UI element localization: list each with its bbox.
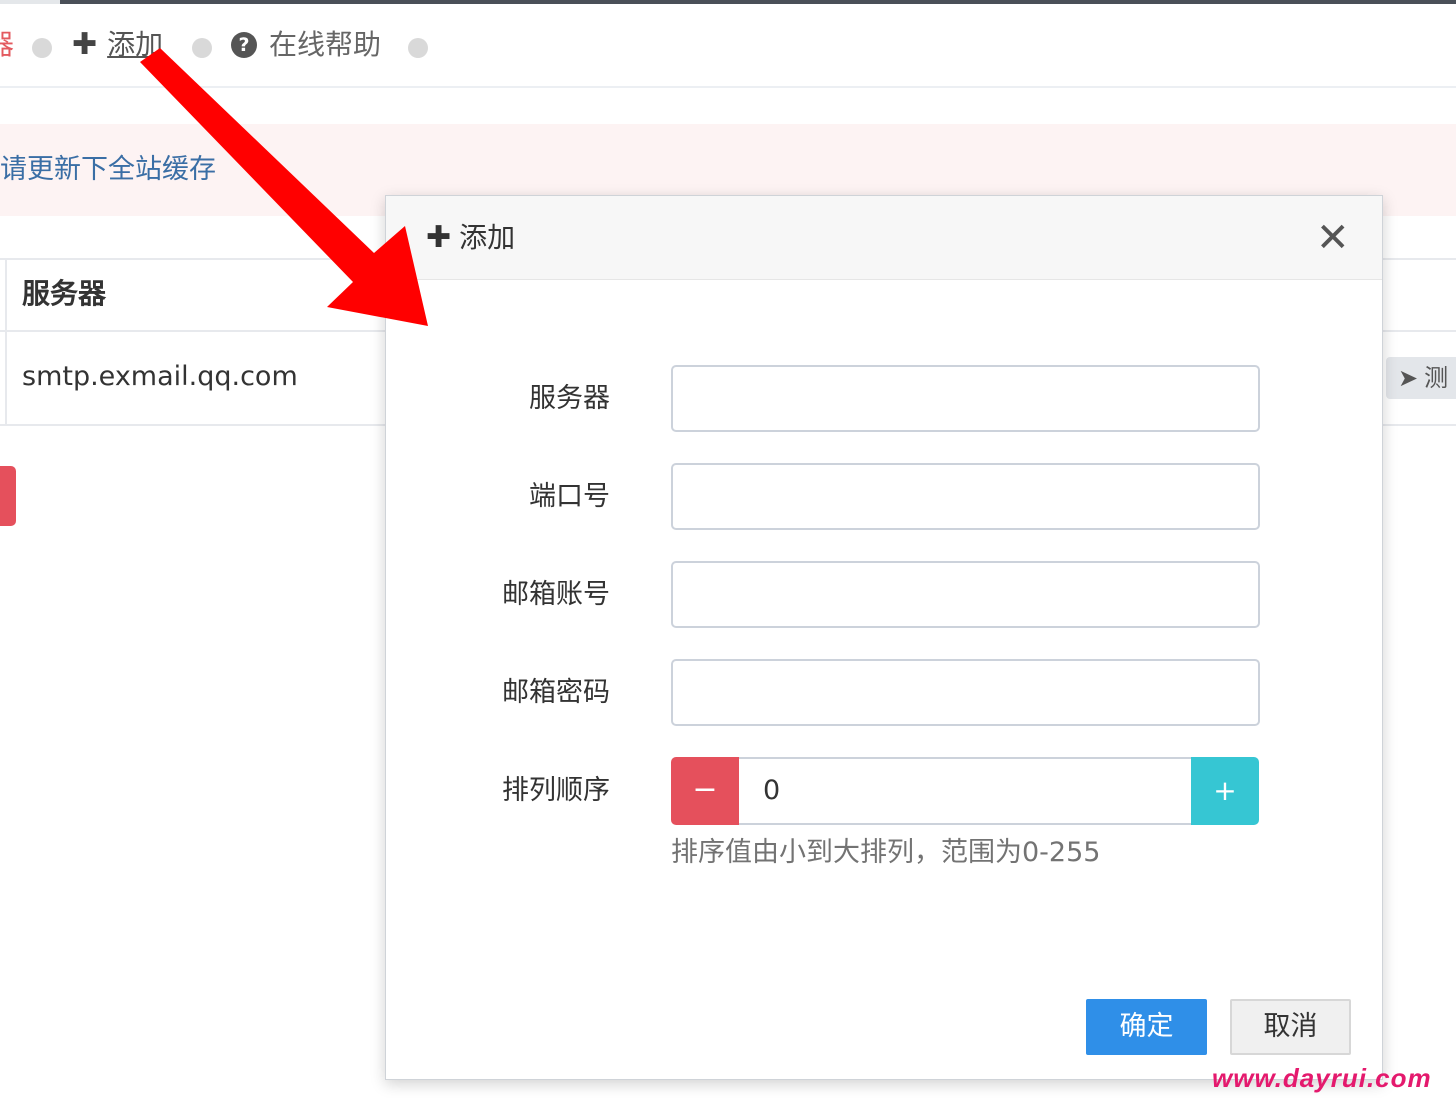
sort-order-input[interactable]: 0 <box>739 757 1191 825</box>
modal-title-label: 添加 <box>459 221 516 254</box>
confirm-button[interactable]: 确定 <box>1086 999 1207 1055</box>
separator-dot-icon <box>192 38 212 58</box>
plus-icon: ✚ <box>72 27 98 62</box>
port-label: 端口号 <box>529 481 610 512</box>
table-column-divider <box>5 260 7 425</box>
plus-icon: ✚ <box>426 220 452 255</box>
toolbar-add-link[interactable]: ✚ 添加 <box>72 26 163 64</box>
add-modal: ✚ 添加 ✕ 服务器 端口号 邮箱账号 邮箱密码 排列顺序 − 0 + 排序值由小… <box>385 195 1383 1080</box>
toolbar: 器 ✚ 添加 ? 在线帮助 <box>0 4 1456 88</box>
email-account-input[interactable] <box>671 561 1260 628</box>
toolbar-help-label: 在线帮助 <box>269 28 382 61</box>
test-button-label: 测 <box>1424 364 1449 392</box>
port-input[interactable] <box>671 463 1260 530</box>
email-account-label: 邮箱账号 <box>502 579 610 610</box>
increment-button[interactable]: + <box>1191 757 1259 825</box>
sort-order-label: 排列顺序 <box>502 775 610 806</box>
toolbar-help-link[interactable]: ? 在线帮助 <box>231 26 381 64</box>
email-password-label: 邮箱密码 <box>502 677 610 708</box>
cancel-button[interactable]: 取消 <box>1230 999 1351 1055</box>
decrement-button[interactable]: − <box>671 757 739 825</box>
sort-order-help: 排序值由小到大排列，范围为0-255 <box>671 837 1101 868</box>
question-circle-icon: ? <box>231 32 257 58</box>
toolbar-add-label: 添加 <box>107 28 164 61</box>
toolbar-item-clipped[interactable]: 器 <box>0 26 14 64</box>
test-button[interactable]: ➤ 测 <box>1386 357 1456 399</box>
modal-title: ✚ 添加 <box>426 218 515 258</box>
email-password-input[interactable] <box>671 659 1260 726</box>
table-cell-server: smtp.exmail.qq.com <box>22 361 298 392</box>
table-header-server: 服务器 <box>22 277 107 310</box>
delete-button[interactable] <box>0 466 16 526</box>
server-label: 服务器 <box>529 383 610 414</box>
watermark: www.dayrui.com <box>1212 1063 1432 1093</box>
separator-dot-icon <box>408 38 428 58</box>
modal-header: ✚ 添加 ✕ <box>386 196 1382 280</box>
server-input[interactable] <box>671 365 1260 432</box>
paper-plane-icon: ➤ <box>1398 364 1419 392</box>
sort-order-stepper: − 0 + <box>671 757 1259 825</box>
alert-message[interactable]: 请更新下全站缓存 <box>0 152 216 188</box>
separator-dot-icon <box>32 38 52 58</box>
close-icon[interactable]: ✕ <box>1316 216 1350 260</box>
